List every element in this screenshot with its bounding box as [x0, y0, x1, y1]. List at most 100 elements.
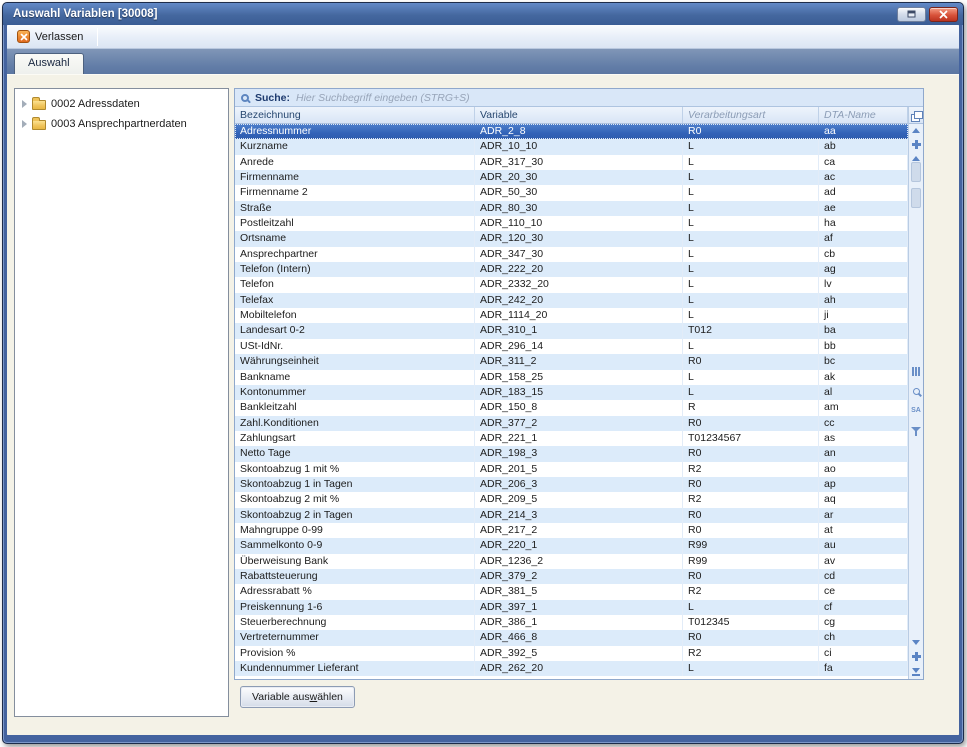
column-header-variable[interactable]: Variable [475, 107, 683, 123]
search-input[interactable] [296, 92, 923, 104]
verarbeitungsart-cell: L [683, 385, 819, 400]
table-row[interactable]: Zahl.KonditionenADR_377_2R0cc [235, 416, 908, 431]
close-window-button[interactable] [929, 7, 958, 22]
table-row[interactable]: ZahlungsartADR_221_1T01234567as [235, 431, 908, 446]
jump-up-button[interactable] [912, 140, 921, 149]
scroll-down-button[interactable] [912, 640, 920, 645]
grid-scrollbar[interactable]: SA [909, 124, 923, 679]
table-row[interactable]: RabattsteuerungADR_379_2R0cd [235, 569, 908, 584]
table-row[interactable]: TelefaxADR_242_20Lah [235, 293, 908, 308]
table-row[interactable]: Telefon (Intern)ADR_222_20Lag [235, 262, 908, 277]
filter-icon[interactable] [911, 427, 921, 436]
table-row[interactable]: TelefonADR_2332_20Llv [235, 277, 908, 292]
table-row[interactable]: Firmenname 2ADR_50_30Lad [235, 185, 908, 200]
table-row[interactable]: OrtsnameADR_120_30Laf [235, 231, 908, 246]
table-row[interactable]: Skontoabzug 2 in TagenADR_214_3R0ar [235, 508, 908, 523]
table-row[interactable]: PostleitzahlADR_110_10Lha [235, 216, 908, 231]
variables-grid: Suche: Bezeichnung Variable Verarbeitung… [234, 88, 924, 680]
bezeichnung-cell: Ortsname [235, 231, 475, 246]
verarbeitungsart-cell: R2 [683, 646, 819, 661]
bezeichnung-cell: Adressrabatt % [235, 584, 475, 599]
table-row[interactable]: Skontoabzug 2 mit %ADR_209_5R2aq [235, 492, 908, 507]
folder-icon [32, 100, 46, 110]
verlassen-button[interactable]: Verlassen [13, 28, 91, 45]
toolbar-separator [97, 28, 98, 46]
variable-cell: ADR_20_30 [475, 170, 683, 185]
table-row[interactable]: Kundennummer LieferantADR_262_20Lfa [235, 661, 908, 676]
table-row[interactable]: SteuerberechnungADR_386_1T012345cg [235, 615, 908, 630]
table-row[interactable]: Sammelkonto 0-9ADR_220_1R99au [235, 538, 908, 553]
table-row[interactable]: Landesart 0-2ADR_310_1T012ba [235, 323, 908, 338]
sort-icon[interactable]: SA [911, 407, 921, 415]
button-label-post: ählen [317, 691, 343, 703]
bezeichnung-cell: Telefax [235, 293, 475, 308]
bezeichnung-cell: Bankname [235, 370, 475, 385]
expand-icon[interactable] [22, 120, 27, 128]
bezeichnung-cell: USt-IdNr. [235, 339, 475, 354]
scrollbar-thumb[interactable] [911, 162, 921, 182]
restore-icon [907, 10, 916, 18]
table-row[interactable]: BanknameADR_158_25Lak [235, 370, 908, 385]
dta-name-cell: ar [819, 508, 908, 523]
table-row[interactable]: Mahngruppe 0-99ADR_217_2R0at [235, 523, 908, 538]
table-row[interactable]: Provision %ADR_392_5R2ci [235, 646, 908, 661]
jump-down-button[interactable] [912, 652, 921, 661]
bezeichnung-cell: Sammelkonto 0-9 [235, 538, 475, 553]
dta-name-cell: al [819, 385, 908, 400]
dta-name-cell: ak [819, 370, 908, 385]
table-row[interactable]: MobiltelefonADR_1114_20Lji [235, 308, 908, 323]
verarbeitungsart-cell: L [683, 139, 819, 154]
column-chooser-button[interactable] [909, 107, 923, 124]
column-select-icon[interactable] [912, 367, 920, 376]
table-row[interactable]: StraßeADR_80_30Lae [235, 201, 908, 216]
column-header-verarbeitungsart[interactable]: Verarbeitungsart [683, 107, 819, 123]
dta-name-cell: ah [819, 293, 908, 308]
table-row[interactable]: Netto TageADR_198_3R0an [235, 446, 908, 461]
search-icon [241, 94, 249, 102]
table-row[interactable]: AnredeADR_317_30Lca [235, 155, 908, 170]
variable-cell: ADR_198_3 [475, 446, 683, 461]
table-row[interactable]: Überweisung BankADR_1236_2R99av [235, 554, 908, 569]
scroll-up-button[interactable] [912, 156, 920, 161]
verarbeitungsart-cell: R0 [683, 630, 819, 645]
table-row[interactable]: Preiskennung 1-6ADR_397_1Lcf [235, 600, 908, 615]
tree-item[interactable]: 0003 Ansprechpartnerdaten [15, 114, 228, 134]
table-row[interactable]: Adressrabatt %ADR_381_5R2ce [235, 584, 908, 599]
verarbeitungsart-cell: L [683, 201, 819, 216]
scroll-to-top-button[interactable] [912, 127, 920, 133]
variable-cell: ADR_120_30 [475, 231, 683, 246]
column-header-dta-name[interactable]: DTA-Name [819, 107, 908, 123]
variable-cell: ADR_50_30 [475, 185, 683, 200]
restore-window-button[interactable] [897, 7, 926, 22]
table-row[interactable]: WährungseinheitADR_311_2R0bc [235, 354, 908, 369]
variable-cell: ADR_377_2 [475, 416, 683, 431]
variable-cell: ADR_214_3 [475, 508, 683, 523]
dialog-window: Auswahl Variablen [30008] Verlassen Ausw… [2, 2, 964, 744]
column-header-bezeichnung[interactable]: Bezeichnung [235, 107, 475, 123]
table-row[interactable]: KurznameADR_10_10Lab [235, 139, 908, 154]
table-row[interactable]: AnsprechpartnerADR_347_30Lcb [235, 247, 908, 262]
variable-cell: ADR_466_8 [475, 630, 683, 645]
titlebar[interactable]: Auswahl Variablen [30008] [3, 3, 963, 25]
table-row[interactable]: Skontoabzug 1 in TagenADR_206_3R0ap [235, 477, 908, 492]
verarbeitungsart-cell: R2 [683, 492, 819, 507]
table-row[interactable]: Skontoabzug 1 mit %ADR_201_5R2ao [235, 462, 908, 477]
table-row[interactable]: VertreternummerADR_466_8R0ch [235, 630, 908, 645]
bezeichnung-cell: Rabattsteuerung [235, 569, 475, 584]
tree-item[interactable]: 0002 Adressdaten [15, 94, 228, 114]
scrollbar-thumb[interactable] [911, 188, 921, 208]
variable-cell: ADR_392_5 [475, 646, 683, 661]
variable-auswaehlen-button[interactable]: Variable auswählen [240, 686, 355, 708]
table-row[interactable]: BankleitzahlADR_150_8Ram [235, 400, 908, 415]
table-row[interactable]: USt-IdNr.ADR_296_14Lbb [235, 339, 908, 354]
dta-name-cell: ap [819, 477, 908, 492]
table-row[interactable]: KontonummerADR_183_15Lal [235, 385, 908, 400]
tab-auswahl[interactable]: Auswahl [14, 53, 84, 74]
expand-icon[interactable] [22, 100, 27, 108]
grid-search-icon[interactable] [913, 388, 920, 395]
bezeichnung-cell: Zahl.Konditionen [235, 416, 475, 431]
variable-cell: ADR_217_2 [475, 523, 683, 538]
table-row[interactable]: AdressnummerADR_2_8R0aa [235, 124, 908, 139]
table-row[interactable]: FirmennameADR_20_30Lac [235, 170, 908, 185]
scroll-to-bottom-button[interactable] [912, 668, 920, 676]
